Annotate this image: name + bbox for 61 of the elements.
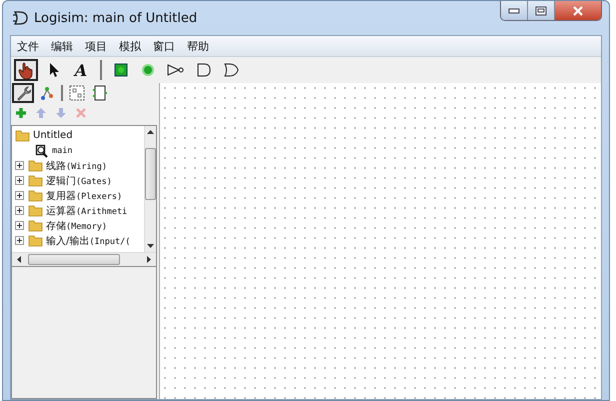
tree-item[interactable]: 复用器(Plexers) (46, 188, 122, 202)
minimize-icon (508, 8, 520, 14)
menu-item[interactable]: 项目 (79, 38, 113, 54)
expand-icon[interactable] (15, 236, 25, 245)
not-gate-icon (167, 63, 185, 77)
hand-icon (17, 61, 35, 79)
tree-item[interactable]: main (52, 146, 72, 156)
minimize-button[interactable] (501, 1, 528, 20)
tree-item[interactable]: Untitled (33, 130, 73, 141)
plus-icon (15, 107, 27, 119)
menu-item[interactable]: 模拟 (113, 38, 147, 54)
close-button[interactable] (555, 1, 601, 20)
down-arrow-icon (55, 107, 67, 119)
tree-item[interactable]: 逻辑门(Gates) (46, 174, 112, 188)
wrench-icon (15, 85, 31, 101)
up-arrow-icon (35, 107, 47, 119)
pointer-icon (48, 62, 60, 78)
menu-item[interactable]: 文件 (11, 38, 45, 54)
folder-icon (28, 234, 43, 247)
close-icon (572, 6, 584, 16)
scroll-up-icon (147, 129, 154, 134)
gate-icon (12, 10, 28, 26)
folder-icon (28, 159, 43, 172)
output-pin-icon (141, 63, 155, 77)
expand-icon[interactable] (15, 206, 25, 215)
menu-item[interactable]: 窗口 (147, 38, 181, 54)
tree-item[interactable]: 输入/输出(Input/( (46, 234, 130, 248)
folder-icon (28, 219, 43, 232)
maximize-button[interactable] (528, 1, 555, 20)
folder-icon (28, 204, 43, 217)
toolbox-tab[interactable] (12, 83, 34, 103)
tree-icon (39, 85, 55, 101)
expand-icon[interactable] (15, 221, 25, 230)
delete-icon (75, 107, 87, 119)
scroll-down-icon (147, 244, 154, 249)
folder-icon (15, 129, 30, 142)
window-title: Logisim: main of Untitled (34, 10, 198, 26)
menu-item[interactable]: 帮助 (181, 38, 215, 54)
folder-icon (28, 174, 43, 187)
scroll-left-icon (16, 256, 21, 263)
expand-icon[interactable] (15, 191, 25, 200)
text-tool[interactable]: A (70, 59, 92, 81)
tree-item[interactable]: 运算器(Arithmeti (46, 204, 128, 218)
horizontal-scrollbar[interactable] (12, 252, 156, 266)
and-gate-icon (196, 62, 212, 78)
appearance-view-button[interactable] (90, 83, 110, 103)
or-gate-icon (223, 62, 239, 78)
vertical-scrollbar[interactable] (144, 126, 156, 252)
maximize-icon (535, 6, 547, 16)
tree-item[interactable]: 存储(Memory) (46, 218, 107, 232)
chip-icon (93, 85, 107, 101)
tree-item[interactable]: 线路(Wiring) (46, 158, 107, 172)
scroll-right-icon (147, 256, 152, 263)
input-pin-icon (114, 63, 128, 77)
hand-tool[interactable] (14, 59, 38, 81)
expand-icon[interactable] (15, 161, 25, 170)
layout-icon (69, 85, 85, 101)
magnifier-icon (35, 144, 49, 158)
folder-icon (28, 189, 43, 202)
expand-icon[interactable] (15, 176, 25, 185)
menu-item[interactable]: 编辑 (45, 38, 79, 54)
